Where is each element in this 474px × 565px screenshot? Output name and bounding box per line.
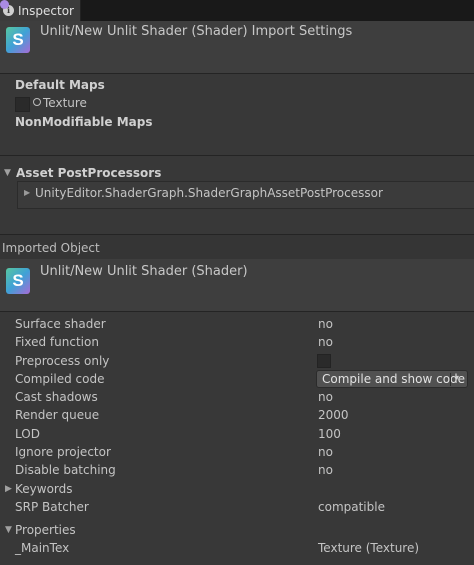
postprocessor-item[interactable]: UnityEditor.ShaderGraph.ShaderGraphAsset… (35, 186, 383, 200)
shader-asset-icon: S (6, 268, 30, 294)
imported-object-title: Unlit/New Unlit Shader (Shader) (40, 264, 248, 279)
page-title: Unlit/New Unlit Shader (Shader) Import S… (40, 24, 353, 39)
main-tex-value: Texture (Texture) (318, 541, 420, 555)
lod-label: LOD (15, 427, 40, 441)
shader-asset-icon: S (6, 27, 30, 53)
preprocess-only-checkbox[interactable] (317, 354, 331, 368)
imported-object-label: Imported Object (2, 241, 100, 255)
dropdown-separator (450, 373, 451, 386)
render-queue-value: 2000 (318, 408, 349, 422)
srp-batcher-label: SRP Batcher (15, 500, 89, 514)
dropdown-arrow-icon[interactable]: ▾ (455, 373, 459, 382)
default-maps-heading: Default Maps (15, 78, 105, 92)
texture-slot[interactable] (15, 97, 30, 112)
compile-and-show-code-button[interactable]: Compile and show code ▾ (316, 370, 468, 388)
keywords-foldout[interactable]: Keywords (15, 482, 73, 496)
fixed-function-value: no (318, 335, 333, 349)
surface-shader-label: Surface shader (15, 317, 106, 331)
compile-button-label: Compile and show code (322, 372, 466, 386)
cast-shadows-label: Cast shadows (15, 390, 98, 404)
disable-batching-value: no (318, 463, 333, 477)
nonmodifiable-maps-heading: NonModifiable Maps (15, 115, 153, 129)
foldout-collapsed-icon[interactable]: ▶ (5, 484, 12, 494)
compiled-code-label: Compiled code (15, 372, 105, 386)
tab-inspector[interactable]: i Inspector (0, 0, 81, 21)
properties-foldout[interactable]: Properties (15, 523, 76, 537)
import-settings-header: S Unlit/New Unlit Shader (Shader) Import… (0, 21, 474, 74)
foldout-expanded-icon[interactable]: ▼ (5, 525, 12, 535)
lod-value: 100 (318, 427, 341, 441)
texture-label: Texture (43, 96, 87, 110)
notification-dot (0, 0, 9, 9)
surface-shader-value: no (318, 317, 333, 331)
cast-shadows-value: no (318, 390, 333, 404)
divider (0, 155, 474, 156)
asset-postprocessors-heading[interactable]: Asset PostProcessors (16, 166, 161, 180)
ignore-projector-value: no (318, 445, 333, 459)
foldout-collapsed-icon[interactable]: ▶ (24, 188, 30, 197)
foldout-expanded-icon[interactable]: ▼ (4, 168, 11, 178)
tab-label: Inspector (18, 4, 74, 18)
fixed-function-label: Fixed function (15, 335, 99, 349)
main-tex-label: _MainTex (15, 541, 70, 555)
object-picker-icon[interactable] (33, 98, 41, 106)
imported-object-header: S Unlit/New Unlit Shader (Shader) (0, 259, 474, 312)
disable-batching-label: Disable batching (15, 463, 116, 477)
render-queue-label: Render queue (15, 408, 100, 422)
srp-batcher-value: compatible (318, 500, 385, 514)
preprocess-only-label: Preprocess only (15, 354, 110, 368)
ignore-projector-label: Ignore projector (15, 445, 111, 459)
